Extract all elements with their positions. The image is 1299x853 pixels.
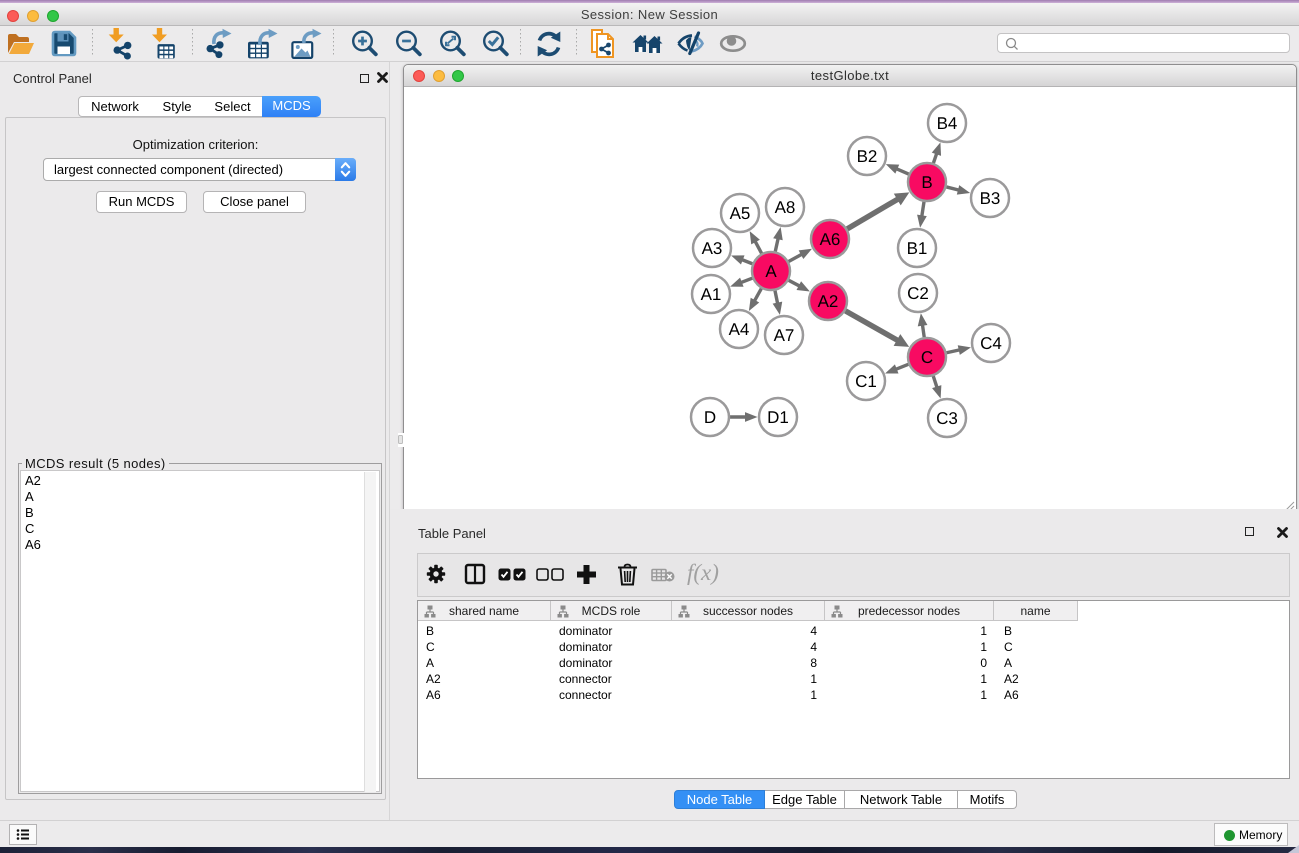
svg-text:B1: B1 bbox=[907, 239, 928, 258]
svg-text:A1: A1 bbox=[701, 285, 722, 304]
svg-text:A3: A3 bbox=[702, 239, 723, 258]
svg-text:A: A bbox=[765, 262, 777, 281]
svg-text:A6: A6 bbox=[820, 230, 841, 249]
svg-text:B: B bbox=[921, 173, 932, 192]
svg-text:B4: B4 bbox=[937, 114, 958, 133]
svg-text:B2: B2 bbox=[857, 147, 878, 166]
svg-text:A5: A5 bbox=[730, 204, 751, 223]
svg-text:A7: A7 bbox=[774, 326, 795, 345]
svg-text:C4: C4 bbox=[980, 334, 1002, 353]
svg-text:C2: C2 bbox=[907, 284, 929, 303]
svg-text:C1: C1 bbox=[855, 372, 877, 391]
svg-text:A4: A4 bbox=[729, 320, 750, 339]
svg-text:B3: B3 bbox=[980, 189, 1001, 208]
svg-text:C3: C3 bbox=[936, 409, 958, 428]
svg-text:C: C bbox=[921, 348, 933, 367]
svg-text:A2: A2 bbox=[818, 292, 839, 311]
svg-text:D: D bbox=[704, 408, 716, 427]
svg-text:A8: A8 bbox=[775, 198, 796, 217]
svg-text:D1: D1 bbox=[767, 408, 789, 427]
